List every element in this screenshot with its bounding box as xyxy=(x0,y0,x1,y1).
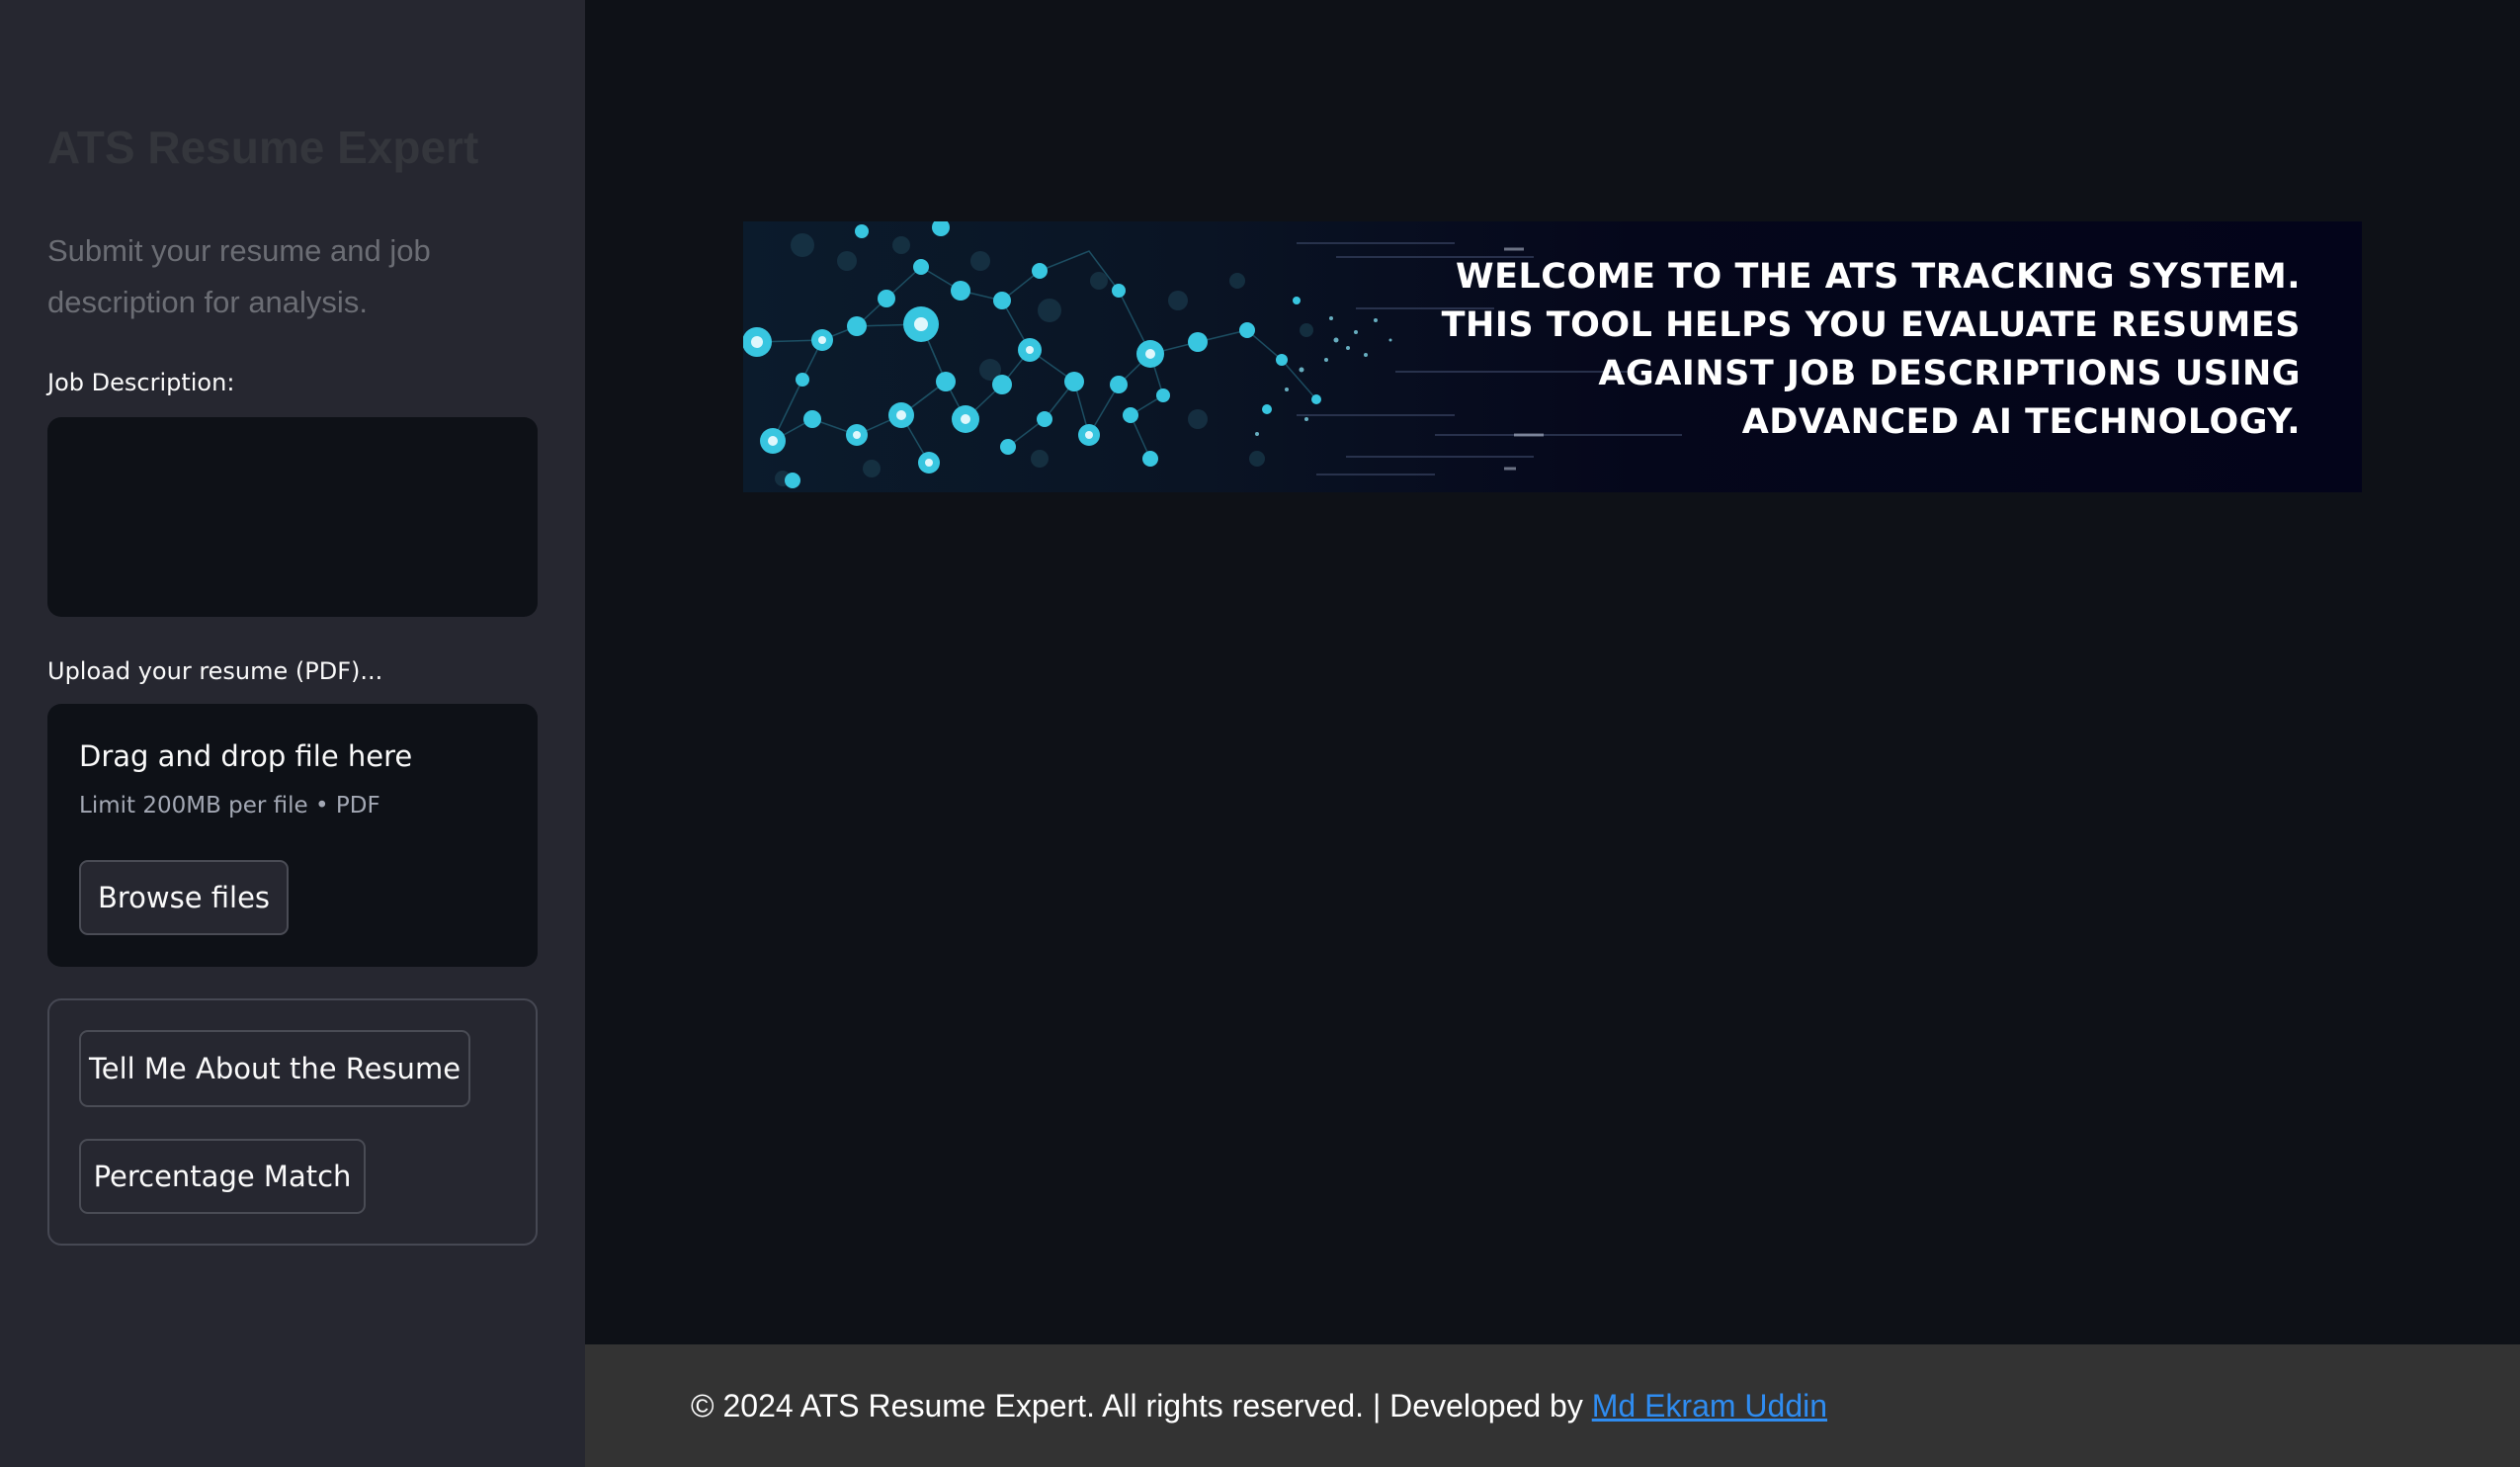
banner-message: WELCOME TO THE ATS TRACKING SYSTEM. THIS… xyxy=(1442,253,2301,447)
job-description-input[interactable] xyxy=(47,417,538,617)
resume-upload-label: Upload your resume (PDF)... xyxy=(47,657,383,685)
sidebar: ATS Resume Expert Submit your resume and… xyxy=(0,0,585,1467)
banner-line-4: ADVANCED AI TECHNOLOGY. xyxy=(1741,402,2301,442)
banner-line-2: THIS TOOL HELPS YOU EVALUATE RESUMES xyxy=(1441,305,2301,345)
browse-files-button[interactable]: Browse files xyxy=(79,860,289,935)
dropzone-limit: Limit 200MB per file • PDF xyxy=(79,793,380,819)
developer-link[interactable]: Md Ekram Uddin xyxy=(1592,1388,1827,1424)
job-description-label: Job Description: xyxy=(47,369,235,396)
sidebar-title: ATS Resume Expert xyxy=(47,122,479,173)
dropzone-instruction: Drag and drop file here xyxy=(79,739,413,773)
welcome-banner: WELCOME TO THE ATS TRACKING SYSTEM. THIS… xyxy=(743,221,2362,492)
footer-copyright-text: © 2024 ATS Resume Expert. All rights res… xyxy=(691,1388,1583,1424)
footer: © 2024 ATS Resume Expert. All rights res… xyxy=(585,1344,2520,1467)
app-root: ATS Resume Expert Submit your resume and… xyxy=(0,0,2520,1467)
main-content: WELCOME TO THE ATS TRACKING SYSTEM. THIS… xyxy=(585,0,2520,1344)
banner-line-1: WELCOME TO THE ATS TRACKING SYSTEM. xyxy=(1455,257,2301,297)
footer-copyright: © 2024 ATS Resume Expert. All rights res… xyxy=(691,1388,1827,1424)
banner-line-3: AGAINST JOB DESCRIPTIONS USING xyxy=(1598,354,2301,393)
file-dropzone[interactable]: Drag and drop file here Limit 200MB per … xyxy=(47,704,538,967)
sidebar-subtitle: Submit your resume and job description f… xyxy=(47,233,431,319)
tell-me-about-resume-button[interactable]: Tell Me About the Resume xyxy=(79,1030,470,1107)
percentage-match-button[interactable]: Percentage Match xyxy=(79,1139,366,1214)
action-form: Tell Me About the Resume Percentage Matc… xyxy=(47,998,538,1246)
